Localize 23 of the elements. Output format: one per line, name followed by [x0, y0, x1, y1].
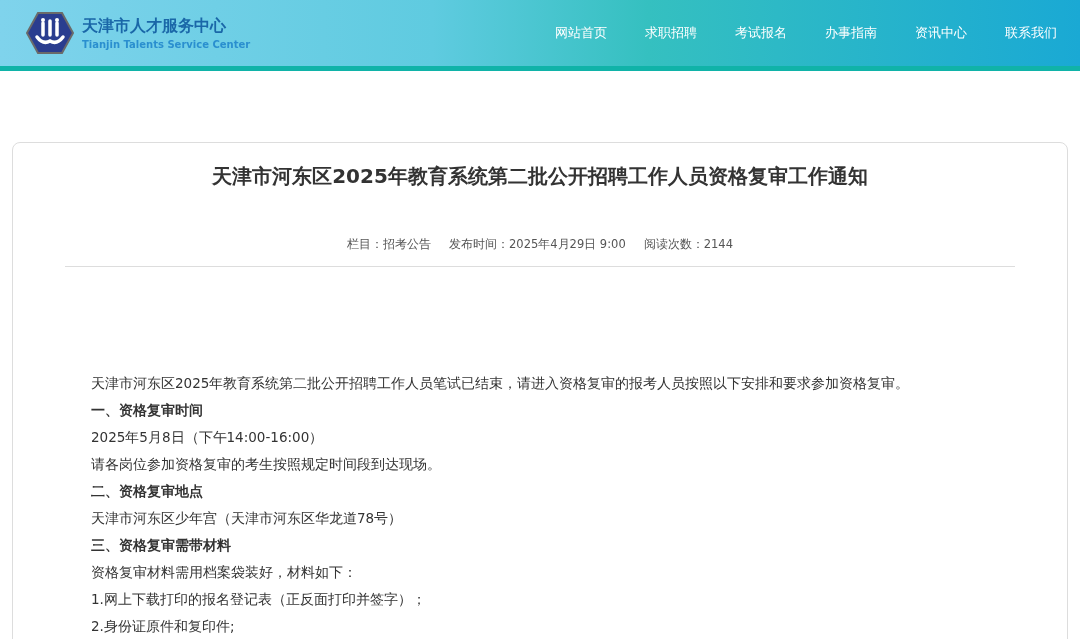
nav-link[interactable]: 办事指南	[806, 24, 896, 42]
nav-link[interactable]: 求职招聘	[626, 24, 716, 42]
nav-link[interactable]: 考试报名	[716, 24, 806, 42]
section-heading: 二、资格复审地点	[91, 482, 204, 501]
paragraph: 资格复审材料需用档案袋装好，材料如下：	[91, 563, 358, 582]
nav-link[interactable]: 资讯中心	[896, 24, 986, 42]
meta-info: 发布时间：2025年4月29日 9:00	[449, 237, 626, 252]
paragraph: 1.网上下载打印的报名登记表（正反面打印并签字）；	[91, 590, 427, 609]
paragraph: 天津市河东区2025年教育系统第二批公开招聘工作人员笔试已结束，请进入资格复审的报考人员按照以下安排和要求参加资格复审。	[91, 374, 911, 393]
site-subtitle: Tianjin Talents Service Center	[82, 39, 251, 50]
section-heading: 三、资格复审需带材料	[91, 536, 232, 555]
logo-icon	[26, 11, 74, 55]
paragraph: 2025年5月8日（下午14:00-16:00）	[91, 428, 325, 447]
paragraph: 天津市河东区少年宫（天津市河东区华龙道78号）	[91, 509, 404, 528]
article-title: 天津市河东区2025年教育系统第二批公开招聘工作人员资格复审工作通知	[211, 163, 869, 190]
paragraph: 2.身份证原件和复印件;	[91, 617, 236, 636]
meta-info: 阅读次数：2144	[643, 237, 733, 252]
paragraph: 请各岗位参加资格复审的考生按照规定时间段到达现场。	[91, 455, 442, 474]
nav-link[interactable]: 联系我们	[986, 24, 1076, 42]
meta-info: 栏目：招考公告	[347, 237, 431, 252]
section-heading: 一、资格复审时间	[91, 401, 204, 420]
site-title: 天津市人才服务中心	[82, 16, 227, 37]
nav-link[interactable]: 网站首页	[536, 24, 626, 42]
